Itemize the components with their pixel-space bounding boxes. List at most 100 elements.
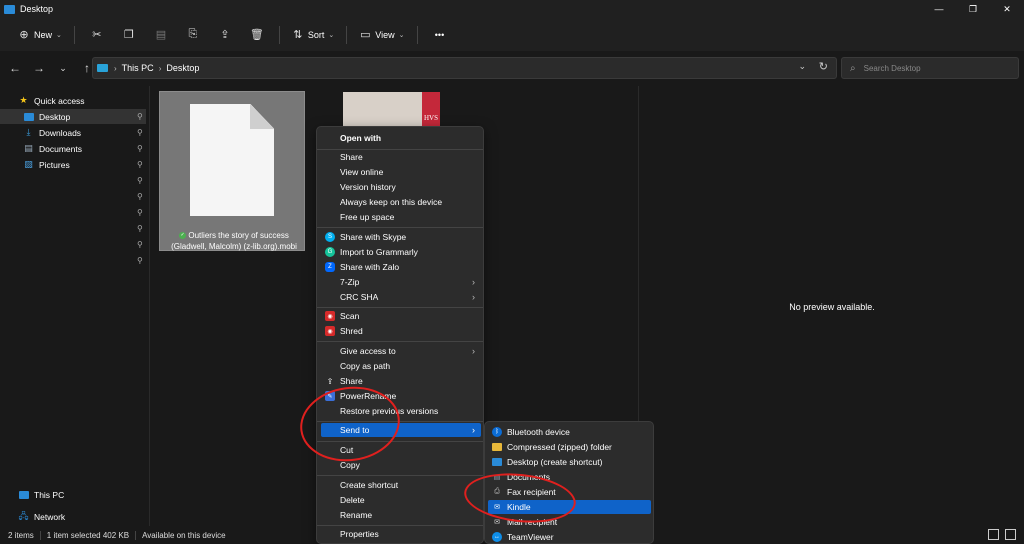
trash-icon: 🗑 — [249, 29, 264, 41]
menu-item-restore-previous[interactable]: Restore previous versions — [321, 404, 481, 418]
bluetooth-icon: ᛒ — [492, 427, 502, 437]
paste-button[interactable]: ▤ — [145, 23, 177, 47]
search-box[interactable]: ⌕ — [841, 57, 1019, 79]
delete-button[interactable]: 🗑 — [241, 23, 273, 47]
sidebar-item-desktop[interactable]: Desktop ⚲ — [0, 109, 146, 124]
menu-item-copy-as-path[interactable]: Copy as path — [321, 359, 481, 373]
file-tile-selected[interactable]: ✓ Outliers the story of success (Gladwel… — [159, 91, 305, 251]
minimize-button[interactable]: — — [922, 0, 956, 18]
menu-item-scan[interactable]: ◉ Scan — [321, 309, 481, 323]
share-button[interactable]: ⇪ — [209, 23, 241, 47]
copy-icon: ❐ — [123, 29, 134, 41]
forward-button[interactable]: → — [28, 57, 50, 79]
menu-item-give-access[interactable]: Give access to › — [321, 344, 481, 358]
menu-item-label: Desktop (create shortcut) — [507, 457, 603, 467]
more-options-button[interactable]: ••• — [424, 23, 456, 47]
sidebar-item-this-pc[interactable]: This PC — [0, 487, 146, 502]
arrow-right-icon: → — [33, 61, 45, 75]
menu-item-always-keep[interactable]: Always keep on this device — [321, 195, 481, 209]
navigation-pane: ★ Quick access Desktop ⚲ ⤓ Downloads ⚲ ▤… — [0, 86, 150, 526]
menu-item-share-zalo[interactable]: Z Share with Zalo — [321, 260, 481, 274]
toolbar-divider — [73, 25, 75, 44]
menu-item-version-history[interactable]: Version history — [321, 180, 481, 194]
menu-item-free-up-space[interactable]: Free up space — [321, 210, 481, 224]
sidebar-item-downloads[interactable]: ⤓ Downloads ⚲ — [0, 125, 146, 140]
view-button[interactable]: ▭ View ⌄ — [353, 23, 410, 47]
toolbar-divider — [416, 25, 418, 44]
send-to-fax[interactable]: ⎙ Fax recipient — [488, 485, 651, 499]
chevron-right-icon: › — [158, 63, 162, 73]
menu-item-properties[interactable]: Properties — [321, 527, 481, 541]
menu-item-label: Give access to — [340, 346, 396, 356]
menu-item-7zip[interactable]: 7-Zip › — [321, 275, 481, 289]
cut-button[interactable]: ✂ — [81, 23, 113, 47]
sidebar-item-quick-access[interactable]: ★ Quick access — [0, 93, 146, 108]
menu-item-rename[interactable]: Rename — [321, 508, 481, 522]
send-to-teamviewer[interactable]: ↔ TeamViewer — [488, 530, 651, 544]
menu-item-label: View online — [340, 167, 384, 177]
menu-item-delete[interactable]: Delete — [321, 493, 481, 507]
pin-icon: ⚲ — [137, 208, 143, 217]
menu-item-import-grammarly[interactable]: G Import to Grammarly — [321, 245, 481, 259]
chevron-down-icon: ⌄ — [56, 31, 62, 39]
menu-item-crc-sha[interactable]: CRC SHA › — [321, 290, 481, 304]
chevron-down-icon: ⌄ — [328, 31, 335, 39]
view-icon: ▭ — [360, 29, 371, 41]
antivirus-icon: ◉ — [325, 311, 335, 321]
new-button[interactable]: ⊕ New ⌄ — [12, 23, 68, 47]
menu-item-share-2[interactable]: ⇪ Share — [321, 374, 481, 388]
chevron-right-icon: › — [114, 63, 117, 73]
file-name-text: Outliers the story of success (Gladwell,… — [171, 231, 297, 251]
menu-divider — [317, 441, 483, 442]
pin-icon: ⚲ — [137, 144, 143, 153]
share-icon: ⇪ — [326, 376, 334, 386]
close-button[interactable]: ✕ — [990, 0, 1024, 18]
menu-item-shred[interactable]: ◉ Shred — [321, 324, 481, 338]
details-view-icon[interactable] — [988, 529, 999, 540]
menu-item-powerrename[interactable]: ✎ PowerRename — [321, 389, 481, 403]
menu-item-label: Compressed (zipped) folder — [507, 442, 612, 452]
breadcrumb-this-pc[interactable]: This PC — [122, 63, 154, 73]
refresh-icon[interactable]: ↻ — [819, 60, 828, 73]
menu-item-label: Version history — [340, 182, 396, 192]
menu-item-label: Documents — [507, 472, 550, 482]
send-to-mail[interactable]: ✉ Mail recipient — [488, 515, 651, 529]
menu-item-view-online[interactable]: View online — [321, 165, 481, 179]
rename-button[interactable]: ⎘ — [177, 23, 209, 47]
recent-locations-button[interactable]: ⌄ — [52, 57, 74, 79]
window-controls: — ❐ ✕ — [922, 0, 1024, 18]
send-to-desktop-shortcut[interactable]: Desktop (create shortcut) — [488, 455, 651, 469]
menu-item-share[interactable]: Share — [321, 150, 481, 164]
menu-item-label: Always keep on this device — [340, 197, 443, 207]
send-to-compressed[interactable]: Compressed (zipped) folder — [488, 440, 651, 454]
address-bar[interactable]: › This PC › Desktop ⌄ ↻ — [92, 57, 837, 79]
copy-button[interactable]: ❐ — [113, 23, 145, 47]
send-to-documents[interactable]: ▤ Documents — [488, 470, 651, 484]
back-button[interactable]: ← — [4, 57, 26, 79]
chevron-right-icon: › — [472, 277, 475, 287]
star-icon: ★ — [19, 95, 28, 105]
pin-icon: ⚲ — [137, 112, 143, 121]
menu-item-open-with[interactable]: Open with — [321, 131, 481, 145]
sidebar-item-pictures[interactable]: ▨ Pictures ⚲ — [0, 157, 146, 172]
documents-icon: ▤ — [24, 143, 33, 153]
address-dropdown-icon[interactable]: ⌄ — [798, 61, 806, 72]
breadcrumb-desktop[interactable]: Desktop — [166, 63, 199, 73]
maximize-button[interactable]: ❐ — [956, 0, 990, 18]
send-to-bluetooth[interactable]: ᛒ Bluetooth device — [488, 425, 651, 439]
paste-icon: ▤ — [155, 29, 167, 41]
sidebar-item-network[interactable]: 🖧 Network — [0, 509, 146, 524]
send-to-kindle[interactable]: ✉ Kindle — [488, 500, 651, 514]
menu-item-send-to[interactable]: Send to › — [321, 423, 481, 437]
menu-item-copy[interactable]: Copy — [321, 458, 481, 472]
chevron-right-icon: › — [472, 425, 475, 435]
menu-item-share-skype[interactable]: S Share with Skype — [321, 230, 481, 244]
sort-button[interactable]: ⇅ Sort ⌄ — [286, 23, 340, 47]
tiles-view-icon[interactable] — [1005, 529, 1016, 540]
search-input[interactable] — [863, 63, 1004, 73]
file-name: ✓ Outliers the story of success (Gladwel… — [163, 230, 305, 252]
menu-item-create-shortcut[interactable]: Create shortcut — [321, 478, 481, 492]
sidebar-item-label: Pictures — [39, 159, 70, 170]
menu-item-cut[interactable]: Cut — [321, 443, 481, 457]
sidebar-item-documents[interactable]: ▤ Documents ⚲ — [0, 141, 146, 156]
